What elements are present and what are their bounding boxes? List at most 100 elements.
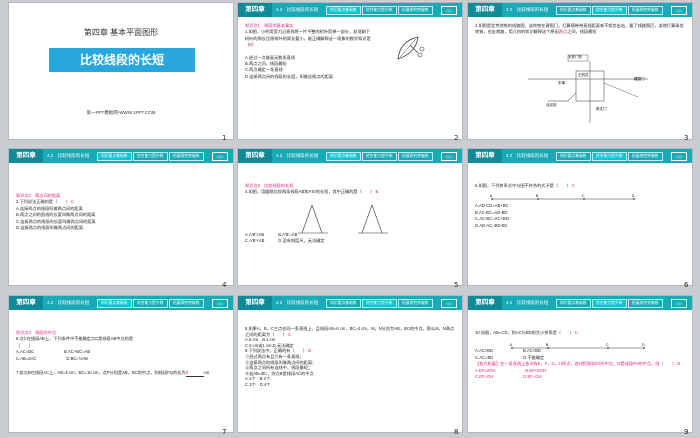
answer: 两点 — [558, 29, 568, 35]
slide-thumbnail-7[interactable]: 第四章 4.2 比较线段的长短 知识要点基础练 综合能力提升练 拓展探究突破练 … — [8, 295, 234, 433]
tab-explore[interactable]: 拓展探究突破练 — [398, 6, 433, 15]
answer: C — [574, 330, 578, 335]
chapter-label: 第四章 — [468, 149, 502, 163]
slide-thumbnail-2[interactable]: 第四章 4.2 比较线段的长短 知识要点基础练 综合能力提升练 拓展探究突破练 … — [237, 2, 463, 140]
slide-number: 1 — [222, 134, 227, 142]
section-label: 4.2 比较线段的长短 — [276, 7, 319, 12]
chapter-title: 第四章 基本平面图形 — [83, 28, 159, 37]
point-label: B — [536, 194, 539, 198]
leaf-scissors-figure — [397, 36, 425, 60]
tab-basic[interactable]: 知识要点基础练 — [97, 152, 132, 161]
tab-ability[interactable]: 综合能力提升练 — [133, 299, 168, 308]
tab-ability[interactable]: 综合能力提升练 — [592, 152, 627, 161]
map-label: 王府井 — [578, 73, 589, 77]
nav-arrows[interactable]: ◁ ▷ — [441, 299, 457, 308]
answer: B — [375, 189, 379, 195]
section-label: 4.2 比较线段的长短 — [506, 300, 549, 305]
tab-explore[interactable]: 拓展探究突破练 — [628, 299, 663, 308]
tab-explore[interactable]: 拓展探究突破练 — [398, 152, 433, 161]
slide-header: 第四章 4.2 比较线段的长短 知识要点基础练 综合能力提升练 拓展探究突破练 … — [468, 296, 692, 310]
section-label: 4.2 比较线段的长短 — [276, 153, 319, 158]
question: 3.下列说法正确的是（ ） — [16, 199, 70, 205]
slide-thumbnail-1[interactable]: 第四章 基本平面图形 比较线段的长短 第一PPT模板网-WWW.1PPT.COM — [8, 2, 234, 140]
tab-basic[interactable]: 知识要点基础练 — [556, 6, 591, 15]
variant-answer: D — [677, 361, 681, 367]
slide-thumbnail-4[interactable]: 第四章 4.2 比较线段的长短 知识要点基础练 综合能力提升练 拓展探究突破练 … — [8, 148, 234, 286]
variant-question: 【变式拓展】在一条直线上依次有E，F，G，H四点，若H是线段EG的中点，G是线段… — [475, 361, 677, 367]
chapter-label: 第四章 — [468, 296, 502, 310]
tab-basic[interactable]: 知识要点基础练 — [556, 299, 591, 308]
tab-ability[interactable]: 综合能力提升练 — [133, 152, 168, 161]
option-d: D.AD-AC=BD-BC — [475, 222, 508, 228]
tab-explore[interactable]: 拓展探究突破练 — [169, 299, 204, 308]
map-label: 天安门东 — [568, 55, 582, 59]
nav-arrows[interactable]: ◁ ▷ — [671, 6, 687, 15]
map-label: 东单 — [558, 81, 565, 85]
section-label: 4.2 比较线段的长短 — [47, 153, 90, 158]
tab-basic[interactable]: 知识要点基础练 — [326, 6, 361, 15]
tab-ability[interactable]: 综合能力提升练 — [362, 152, 397, 161]
nav-arrows[interactable]: ◁ ▷ — [212, 299, 228, 308]
point-label: A — [510, 343, 513, 347]
nav-arrows[interactable]: ◁ ▷ — [441, 6, 457, 15]
option-c: C.A'B'<AB — [245, 238, 265, 244]
nav-arrows[interactable]: ◁ ▷ — [671, 299, 687, 308]
slide-thumbnail-6[interactable]: 第四章 4.2 比较线段的长短 知识要点基础练 综合能力提升练 拓展探究突破练 … — [467, 148, 693, 286]
tab-basic[interactable]: 知识要点基础练 — [556, 152, 591, 161]
tab-ability[interactable]: 综合能力提升练 — [592, 6, 627, 15]
segment-figure — [511, 347, 645, 349]
slide-header: 第四章 4.2 比较线段的长短 知识要点基础练 综合能力提升练 拓展探究突破练 … — [238, 3, 462, 17]
chapter-label: 第四章 — [238, 296, 272, 310]
variant-option-c: C.EF=GH — [475, 374, 494, 380]
tab-basic[interactable]: 知识要点基础练 — [326, 152, 361, 161]
slide-header: 第四章 4.2 比较线段的长短 知识要点基础练 综合能力提升练 拓展探究突破练 … — [468, 3, 692, 17]
variant-option-d: D.EF=GH — [523, 374, 542, 380]
slide-header: 第四章 4.2 比较线段的长短 知识要点基础练 综合能力提升练 拓展探究突破练 … — [238, 296, 462, 310]
point-label: A — [490, 194, 493, 198]
question: 4.如图，用圆规比较两条线段AB和A'B'的长短，其中正确的是（ ） — [245, 189, 375, 195]
tab-ability[interactable]: 综合能力提升练 — [592, 299, 627, 308]
tab-explore[interactable]: 拓展探究突破练 — [628, 152, 663, 161]
section-label: 4.2 比较线段的长短 — [47, 300, 90, 305]
chapter-label: 第四章 — [468, 3, 502, 17]
point-label: C — [606, 343, 609, 347]
question: 10.如图，AB=CD，则AC与BD的大小关系是（ ） — [475, 330, 574, 335]
question-end: ） — [252, 42, 257, 48]
answer: C — [288, 331, 292, 337]
tab-basic[interactable]: 知识要点基础练 — [326, 299, 361, 308]
slide-title: 比较线段的长短 — [49, 48, 195, 72]
point-label: B — [546, 343, 549, 347]
slide-header: 第四章 4.2 比较线段的长短 知识要点基础练 综合能力提升练 拓展探究突破练 … — [238, 149, 462, 163]
question: 9.下列说法中，正确的有（ ） — [245, 348, 308, 354]
answer: C — [571, 183, 575, 188]
tab-explore[interactable]: 拓展探究突破练 — [398, 299, 433, 308]
slide-thumbnail-5[interactable]: 第四章 4.2 比较线段的长短 知识要点基础练 综合能力提升练 拓展探究突破练 … — [237, 148, 463, 286]
slide-number: 8 — [454, 428, 459, 436]
options-row: C.3个 D.4个 — [245, 381, 271, 387]
tab-basic[interactable]: 知识要点基础练 — [97, 299, 132, 308]
slide-thumbnail-8[interactable]: 第四章 4.2 比较线段的长短 知识要点基础练 综合能力提升练 拓展探究突破练 … — [237, 295, 463, 433]
chapter-label: 第四章 — [9, 149, 43, 163]
point-label: D — [642, 343, 645, 347]
answer: C — [70, 199, 74, 205]
option-d: D.BC=½AB — [66, 355, 88, 361]
nav-arrows[interactable]: ◁ ▷ — [441, 152, 457, 161]
chapter-label: 第四章 — [238, 149, 272, 163]
tab-explore[interactable]: 拓展探究突破练 — [628, 6, 663, 15]
tab-ability[interactable]: 综合能力提升练 — [362, 6, 397, 15]
slide-number: 5 — [454, 281, 459, 289]
question: 5.如图，下列关系式中与图不符合的式子是（ ） — [475, 183, 571, 188]
section-label: 4.2 比较线段的长短 — [506, 153, 549, 158]
slide-number: 6 — [684, 281, 689, 289]
tab-ability[interactable]: 综合能力提升练 — [362, 299, 397, 308]
nav-arrows[interactable]: ◁ ▷ — [212, 152, 228, 161]
section-label: 4.2 比较线段的长短 — [276, 300, 319, 305]
slide-thumbnail-9[interactable]: 第四章 4.2 比较线段的长短 知识要点基础练 综合能力提升练 拓展探究突破练 … — [467, 295, 693, 433]
slide-thumbnail-3[interactable]: 第四章 4.2 比较线段的长短 知识要点基础练 综合能力提升练 拓展探究突破练 … — [467, 2, 693, 140]
option-d: D.连接两点间的线段的长度，叫做这两点的距离 — [245, 73, 333, 79]
chapter-label: 第四章 — [9, 296, 43, 310]
point-label: C — [582, 194, 585, 198]
nav-arrows[interactable]: ◁ ▷ — [671, 152, 687, 161]
question: 8.如果A，B，C三点在同一条直线上，且线段AB=6 cm，BC=4 cm，M，… — [245, 326, 455, 337]
tab-explore[interactable]: 拓展探究突破练 — [169, 152, 204, 161]
